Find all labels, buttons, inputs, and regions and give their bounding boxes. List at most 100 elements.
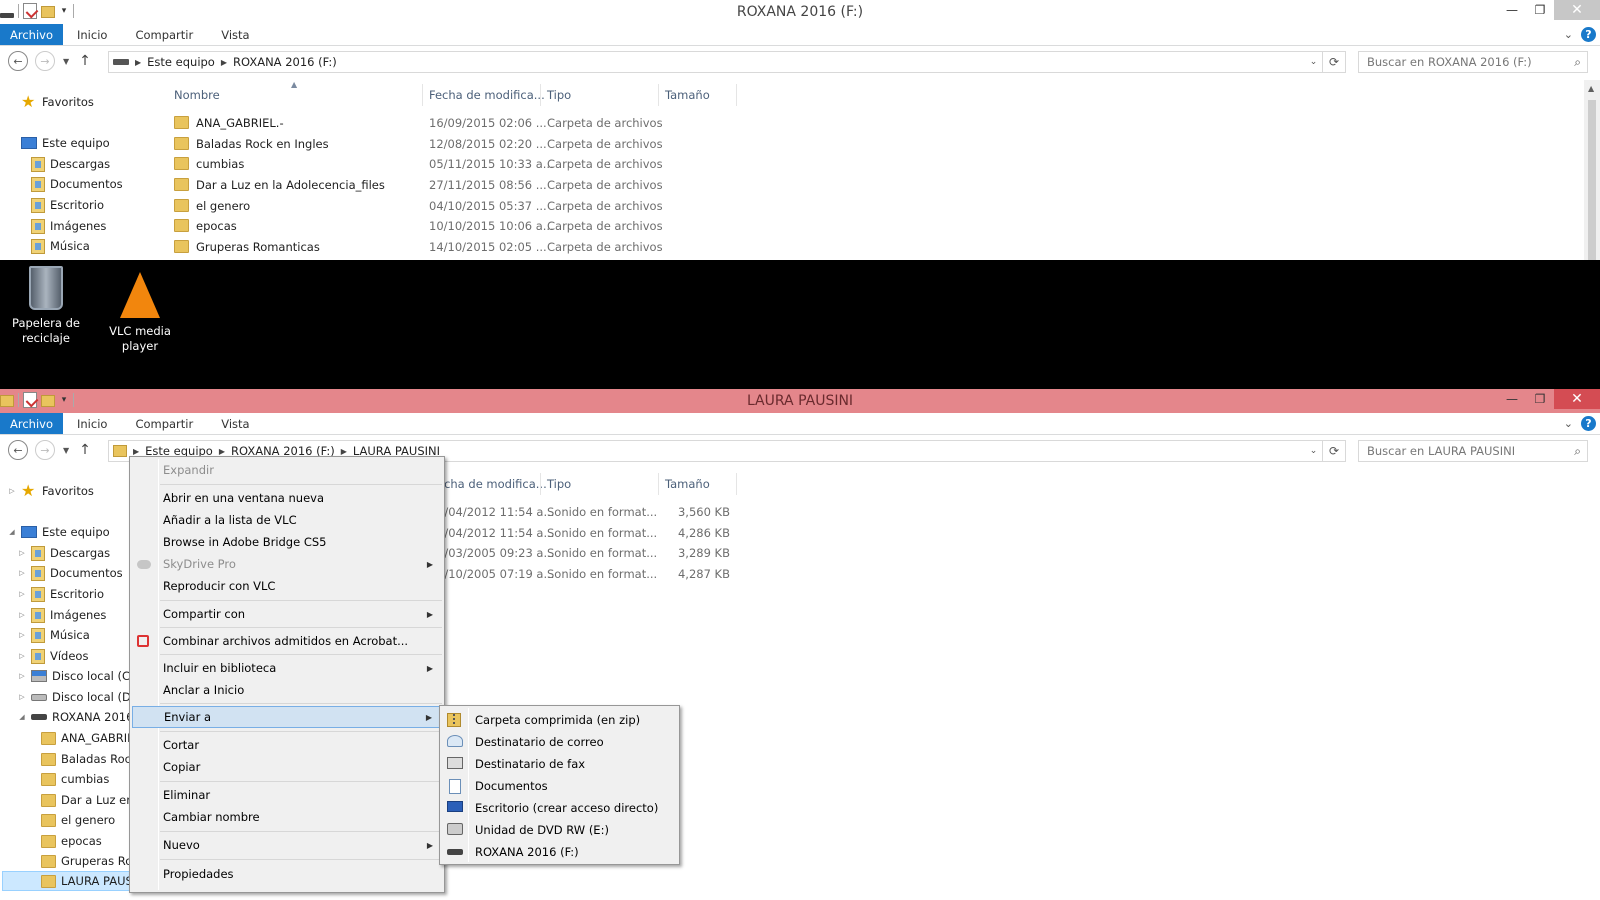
tab-share[interactable]: Compartir (121, 413, 207, 434)
tab-file[interactable]: Archivo (0, 413, 63, 434)
menu-item-delete[interactable]: Eliminar (132, 784, 442, 806)
collapse-arrow-icon[interactable]: ◢ (8, 528, 16, 536)
tree-item-favorites[interactable]: ▷ ★ Favoritos (8, 481, 94, 501)
send-to-documents[interactable]: Documentos (442, 775, 677, 797)
tab-share[interactable]: Compartir (121, 24, 207, 45)
tree-item-drive-f[interactable]: ◢ ROXANA 2016 (18, 707, 133, 727)
table-row[interactable]: Gruperas Romanticas 14/10/2015 02:05 ...… (158, 237, 1584, 257)
tree-item-folder[interactable]: Dar a Luz en (28, 790, 134, 810)
send-to-zip[interactable]: Carpeta comprimida (en zip) (442, 709, 677, 731)
address-dropdown-icon[interactable]: ⌄ (1305, 52, 1323, 72)
close-button[interactable]: ✕ (1554, 389, 1600, 409)
collapse-arrow-icon[interactable]: ◢ (18, 713, 26, 721)
expand-ribbon-icon[interactable]: ⌄ (1564, 417, 1573, 430)
tree-item-drive-c[interactable]: ▷ Disco local (C:) (18, 666, 138, 686)
up-button[interactable]: ↑ (79, 53, 91, 69)
menu-item-add-vlc[interactable]: Añadir a la lista de VLC (132, 509, 442, 531)
column-header-size[interactable]: Tamaño (665, 88, 710, 104)
tree-item-pictures[interactable]: ▷ Imágenes (18, 605, 106, 625)
tree-item-pictures[interactable]: Imágenes (18, 216, 106, 236)
tree-item-desktop[interactable]: ▷ Escritorio (18, 584, 104, 604)
expand-arrow-icon[interactable]: ▷ (8, 487, 16, 495)
tree-item-folder[interactable]: epocas (28, 831, 102, 851)
table-row[interactable]: Baladas Rock en Ingles 12/08/2015 02:20 … (158, 134, 1584, 154)
restore-button[interactable]: ❐ (1526, 389, 1554, 409)
vertical-scrollbar[interactable]: ▲ (1584, 80, 1600, 260)
menu-item-rename[interactable]: Cambiar nombre (132, 806, 442, 828)
send-to-mail[interactable]: Destinatario de correo (442, 731, 677, 753)
tree-item-folder[interactable]: Gruperas Ror (28, 851, 137, 871)
back-button[interactable]: ← (8, 51, 28, 71)
tab-view[interactable]: Vista (207, 24, 263, 45)
tree-item-music[interactable]: ▷ Música (18, 625, 90, 645)
menu-item-expand[interactable]: Expandir (132, 459, 442, 481)
scroll-up-icon[interactable]: ▲ (1588, 84, 1594, 93)
column-header-name[interactable]: Nombre (174, 88, 220, 104)
column-header-type[interactable]: Tipo (547, 88, 571, 104)
tree-item-documents[interactable]: ▷ Documentos (18, 563, 123, 583)
column-header-size[interactable]: Tamaño (665, 477, 710, 493)
menu-item-play-vlc[interactable]: Reproducir con VLC (132, 575, 442, 597)
tab-file[interactable]: Archivo (0, 24, 63, 45)
menu-item-properties[interactable]: Propiedades (132, 863, 442, 885)
help-icon[interactable]: ? (1581, 416, 1596, 431)
table-row[interactable]: cumbias 05/11/2015 10:33 a... Carpeta de… (158, 154, 1584, 174)
scrollbar-thumb[interactable] (1588, 100, 1596, 260)
refresh-icon[interactable]: ⟳ (1323, 444, 1345, 458)
refresh-icon[interactable]: ⟳ (1323, 55, 1345, 69)
menu-item-copy[interactable]: Copiar (132, 756, 442, 778)
table-row[interactable]: epocas 10/10/2015 10:06 a... Carpeta de … (158, 216, 1584, 236)
expand-arrow-icon[interactable]: ▷ (18, 631, 26, 639)
send-to-dvd[interactable]: Unidad de DVD RW (E:) (442, 819, 677, 841)
expand-arrow-icon[interactable]: ▷ (18, 549, 26, 557)
tree-item-downloads[interactable]: ▷ Descargas (18, 543, 110, 563)
tree-item-documents[interactable]: Documentos (18, 174, 123, 194)
minimize-button[interactable]: — (1498, 0, 1526, 20)
menu-item-pin-start[interactable]: Anclar a Inicio (132, 679, 442, 701)
tree-item-videos[interactable]: ▷ Vídeos (18, 646, 88, 666)
column-header-type[interactable]: Tipo (547, 477, 571, 493)
forward-button[interactable]: → (35, 440, 55, 460)
minimize-button[interactable]: — (1498, 389, 1526, 409)
address-bar[interactable]: ▶ Este equipo ▶ ROXANA 2016 (F:) ⌄ ⟳ (108, 51, 1346, 73)
desktop-icon-recycle-bin[interactable]: Papelera de reciclaje (1, 266, 91, 346)
tree-item-downloads[interactable]: Descargas (18, 154, 110, 174)
send-to-roxana[interactable]: ROXANA 2016 (F:) (442, 841, 677, 863)
menu-item-combine-acrobat[interactable]: Combinar archivos admitidos en Acrobat..… (132, 630, 442, 652)
column-header-date[interactable]: Fecha de modifica... (429, 88, 545, 104)
tree-item-favorites[interactable]: ★ Favoritos (8, 92, 94, 112)
tree-item-this-pc[interactable]: ◢ Este equipo (8, 522, 109, 542)
menu-item-include-library[interactable]: Incluir en biblioteca ▶ (132, 657, 442, 679)
expand-arrow-icon[interactable]: ▷ (18, 590, 26, 598)
tree-item-music[interactable]: Música (18, 236, 90, 256)
tree-item-this-pc[interactable]: Este equipo (8, 133, 110, 153)
recent-locations-dropdown[interactable]: ▼ (63, 57, 69, 66)
expand-arrow-icon[interactable]: ▷ (18, 693, 26, 701)
expand-ribbon-icon[interactable]: ⌄ (1564, 28, 1573, 41)
tree-item-folder[interactable]: cumbias (28, 769, 109, 789)
send-to-fax[interactable]: Destinatario de fax (442, 753, 677, 775)
desktop-icon-vlc[interactable]: VLC media player (95, 266, 185, 354)
column-header-date[interactable]: echa de modifica... (437, 477, 547, 493)
menu-item-skydrive[interactable]: SkyDrive Pro ▶ (132, 553, 442, 575)
tree-item-desktop[interactable]: Escritorio (18, 195, 104, 215)
expand-arrow-icon[interactable]: ▷ (18, 652, 26, 660)
menu-item-open-new-window[interactable]: Abrir en una ventana nueva (132, 487, 442, 509)
breadcrumb-this-pc[interactable]: Este equipo (147, 55, 215, 69)
tab-home[interactable]: Inicio (63, 24, 121, 45)
tab-view[interactable]: Vista (207, 413, 263, 434)
search-input[interactable]: Buscar en ROXANA 2016 (F:) ⌕ (1358, 51, 1588, 73)
expand-arrow-icon[interactable]: ▷ (18, 569, 26, 577)
menu-item-send-to[interactable]: Enviar a ▶ (132, 706, 442, 728)
expand-arrow-icon[interactable]: ▷ (18, 611, 26, 619)
table-row[interactable]: ANA_GABRIEL.- 16/09/2015 02:06 ... Carpe… (158, 113, 1584, 133)
help-icon[interactable]: ? (1581, 27, 1596, 42)
send-to-desktop[interactable]: Escritorio (crear acceso directo) (442, 797, 677, 819)
menu-item-browse-bridge[interactable]: Browse in Adobe Bridge CS5 (132, 531, 442, 553)
tab-home[interactable]: Inicio (63, 413, 121, 434)
table-row[interactable]: Dar a Luz en la Adolecencia_files 27/11/… (158, 175, 1584, 195)
menu-item-cut[interactable]: Cortar (132, 734, 442, 756)
restore-button[interactable]: ❐ (1526, 0, 1554, 20)
tree-item-drive-d[interactable]: ▷ Disco local (D:) (18, 687, 139, 707)
close-button[interactable]: ✕ (1554, 0, 1600, 20)
